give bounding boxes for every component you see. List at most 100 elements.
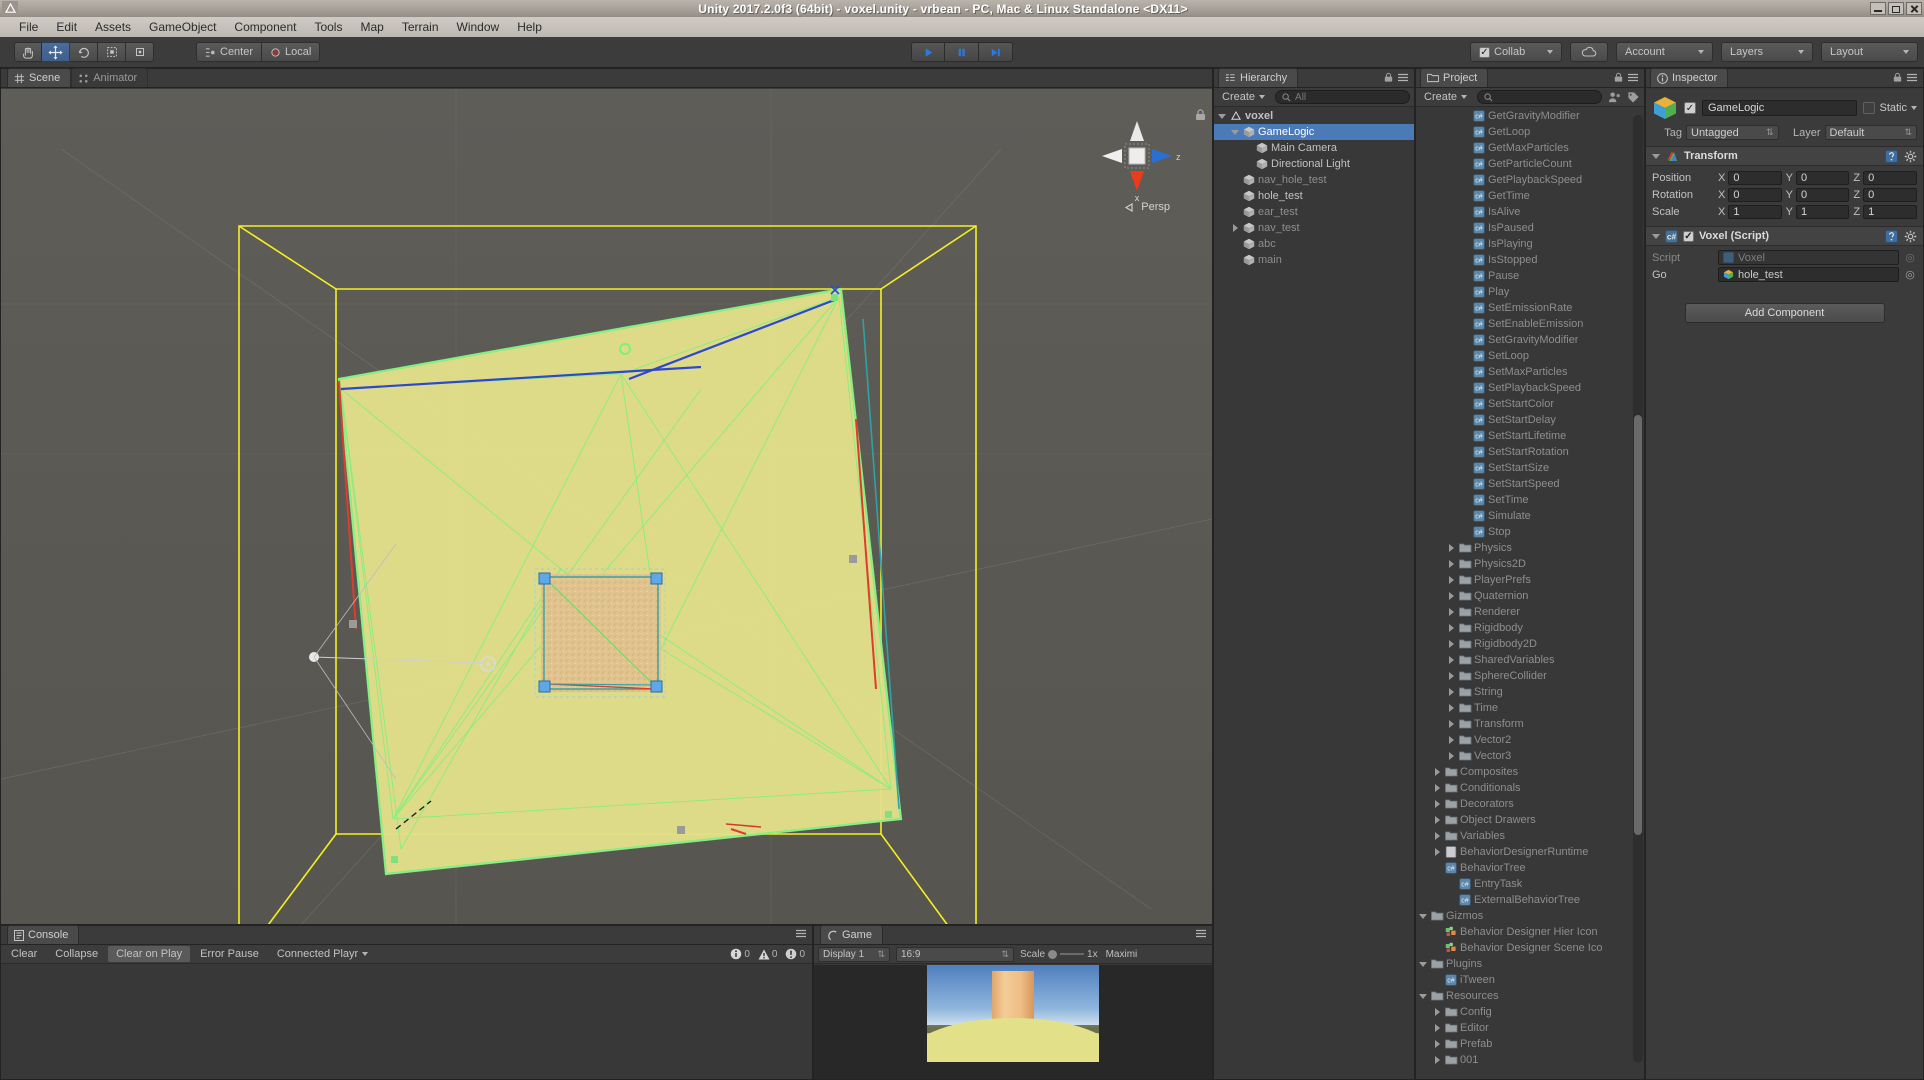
tag-dropdown[interactable]: Untagged ⇅	[1686, 125, 1779, 140]
foldout-collapsed[interactable]	[1446, 671, 1456, 681]
inspector-lock-icon[interactable]	[1893, 72, 1902, 83]
foldout-collapsed[interactable]	[1446, 559, 1456, 569]
project-item-composites[interactable]: Composites	[1416, 764, 1644, 780]
menu-assets[interactable]: Assets	[86, 18, 140, 36]
project-item-transform[interactable]: Transform	[1416, 716, 1644, 732]
position-x-field[interactable]: 0	[1728, 170, 1782, 185]
foldout-collapsed[interactable]	[1446, 639, 1456, 649]
foldout-collapsed[interactable]	[1446, 735, 1456, 745]
rotate-tool-button[interactable]	[70, 42, 98, 62]
transform-settings-gear-icon[interactable]	[1904, 150, 1917, 163]
project-item-renderer[interactable]: Renderer	[1416, 604, 1644, 620]
project-item-getparticlecount[interactable]: c# GetParticleCount	[1416, 156, 1644, 172]
foldout-collapsed[interactable]	[1432, 1039, 1442, 1049]
foldout-collapsed[interactable]	[1432, 1055, 1442, 1065]
hierarchy-item-abc[interactable]: abc	[1214, 236, 1414, 252]
object-enabled-checkbox[interactable]: ✓	[1684, 102, 1696, 114]
step-button[interactable]	[979, 42, 1013, 62]
scene-view-axis-gizmo[interactable]: x z	[1094, 113, 1181, 203]
foldout-expanded[interactable]	[1418, 911, 1428, 921]
game-aspect-dropdown[interactable]: 16:9 ⇅	[896, 946, 1014, 962]
project-item-plugins[interactable]: Plugins	[1416, 956, 1644, 972]
project-item-isstopped[interactable]: c# IsStopped	[1416, 252, 1644, 268]
project-item-conditionals[interactable]: Conditionals	[1416, 780, 1644, 796]
foldout-collapsed[interactable]	[1446, 543, 1456, 553]
project-item-setstartsize[interactable]: c# SetStartSize	[1416, 460, 1644, 476]
foldout-collapsed[interactable]	[1432, 783, 1442, 793]
project-lock-icon[interactable]	[1614, 72, 1623, 83]
project-item-physics[interactable]: Physics	[1416, 540, 1644, 556]
console-clear-on-play-button[interactable]: Clear on Play	[108, 946, 191, 962]
tab-hierarchy[interactable]: Hierarchy	[1218, 68, 1299, 87]
console-collapse-button[interactable]: Collapse	[47, 946, 106, 962]
rotation-y-field[interactable]: 0	[1796, 187, 1850, 202]
project-item-ispaused[interactable]: c# IsPaused	[1416, 220, 1644, 236]
hierarchy-item-nav-hole-test[interactable]: nav_hole_test	[1214, 172, 1414, 188]
hierarchy-lock-icon[interactable]	[1384, 72, 1393, 83]
cloud-button[interactable]	[1570, 42, 1608, 62]
project-item-isalive[interactable]: c# IsAlive	[1416, 204, 1644, 220]
rotation-x-field[interactable]: 0	[1728, 187, 1782, 202]
foldout-expanded[interactable]	[1230, 127, 1240, 137]
project-item-physics2d[interactable]: Physics2D	[1416, 556, 1644, 572]
transform-help-icon[interactable]	[1885, 149, 1898, 163]
voxel-settings-gear-icon[interactable]	[1904, 230, 1917, 243]
project-item-behavior-designer-scene-ico[interactable]: Behavior Designer Scene Ico	[1416, 940, 1644, 956]
scale-y-field[interactable]: 1	[1796, 204, 1850, 219]
add-component-button[interactable]: Add Component	[1684, 303, 1885, 323]
project-item-getmaxparticles[interactable]: c# GetMaxParticles	[1416, 140, 1644, 156]
project-item-setstartlifetime[interactable]: c# SetStartLifetime	[1416, 428, 1644, 444]
position-z-field[interactable]: 0	[1863, 170, 1918, 185]
project-item-play[interactable]: c# Play	[1416, 284, 1644, 300]
rotation-z-field[interactable]: 0	[1863, 187, 1918, 202]
hierarchy-item-directional-light[interactable]: Directional Light	[1214, 156, 1414, 172]
hierarchy-search-input[interactable]: All	[1275, 90, 1410, 104]
project-item-editor[interactable]: Editor	[1416, 1020, 1644, 1036]
menu-tools[interactable]: Tools	[305, 18, 351, 36]
layer-dropdown[interactable]: Default ⇅	[1824, 125, 1917, 140]
menu-map[interactable]: Map	[351, 18, 392, 36]
rect-transform-tool-button[interactable]	[126, 42, 154, 62]
console-message-list[interactable]	[1, 965, 812, 1079]
hierarchy-item-voxel[interactable]: voxel	[1214, 108, 1414, 124]
scene-viewport[interactable]: x z Persp	[1, 89, 1212, 924]
project-item-getplaybackspeed[interactable]: c# GetPlaybackSpeed	[1416, 172, 1644, 188]
foldout-collapsed[interactable]	[1446, 591, 1456, 601]
project-item-setplaybackspeed[interactable]: c# SetPlaybackSpeed	[1416, 380, 1644, 396]
project-item-rigidbody[interactable]: Rigidbody	[1416, 620, 1644, 636]
foldout-collapsed[interactable]	[1446, 719, 1456, 729]
game-menu-icon[interactable]	[1196, 929, 1208, 938]
project-item-prefab[interactable]: Prefab	[1416, 1036, 1644, 1052]
menu-edit[interactable]: Edit	[47, 18, 86, 36]
go-object-field[interactable]: hole_test	[1718, 267, 1899, 282]
position-y-field[interactable]: 0	[1796, 170, 1850, 185]
project-item-variables[interactable]: Variables	[1416, 828, 1644, 844]
project-item-resources[interactable]: Resources	[1416, 988, 1644, 1004]
tab-game[interactable]: Game	[820, 925, 883, 944]
hand-tool-button[interactable]	[14, 42, 42, 62]
project-item-itween[interactable]: c# iTween	[1416, 972, 1644, 988]
project-item-behaviordesignerruntime[interactable]: BehaviorDesignerRuntime	[1416, 844, 1644, 860]
project-item-setstartspeed[interactable]: c# SetStartSpeed	[1416, 476, 1644, 492]
project-item-getloop[interactable]: c# GetLoop	[1416, 124, 1644, 140]
project-item-setmaxparticles[interactable]: c# SetMaxParticles	[1416, 364, 1644, 380]
scale-slider-knob[interactable]	[1048, 949, 1058, 959]
menu-gameobject[interactable]: GameObject	[140, 18, 225, 36]
project-scrollbar[interactable]	[1633, 115, 1643, 1063]
project-item-quaternion[interactable]: Quaternion	[1416, 588, 1644, 604]
project-item-setgravitymodifier[interactable]: c# SetGravityModifier	[1416, 332, 1644, 348]
static-toggle[interactable]: Static	[1863, 102, 1917, 114]
project-item-stop[interactable]: c# Stop	[1416, 524, 1644, 540]
menu-terrain[interactable]: Terrain	[393, 18, 448, 36]
tab-inspector[interactable]: Inspector	[1650, 68, 1729, 87]
object-name-field[interactable]: GameLogic	[1702, 100, 1858, 116]
project-menu-icon[interactable]	[1628, 73, 1640, 82]
project-item-spherecollider[interactable]: SphereCollider	[1416, 668, 1644, 684]
project-create-button[interactable]: Create	[1420, 91, 1471, 103]
console-error-count[interactable]: 0	[782, 948, 808, 960]
play-button[interactable]	[911, 42, 945, 62]
foldout-collapsed[interactable]	[1432, 799, 1442, 809]
layers-button[interactable]: Layers	[1721, 42, 1813, 62]
hierarchy-tree[interactable]: voxel GameLogic Main Camera Directional Lig…	[1214, 108, 1414, 1079]
scale-z-field[interactable]: 1	[1863, 204, 1918, 219]
